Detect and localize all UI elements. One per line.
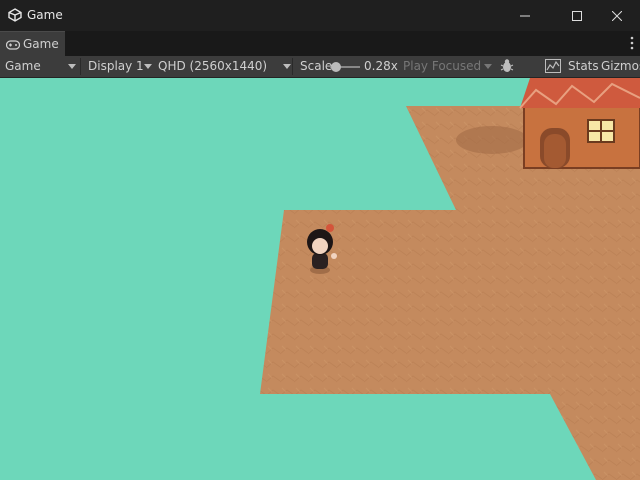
house-shadow — [456, 126, 528, 154]
close-icon — [612, 10, 622, 21]
toolbar-divider — [292, 58, 293, 75]
bug-icon[interactable] — [500, 58, 514, 77]
maximize-icon — [572, 10, 582, 21]
gamepad-icon — [5, 39, 21, 53]
tab-game[interactable]: Game — [0, 31, 65, 56]
chevron-down-icon — [484, 64, 492, 69]
chevron-down-icon — [144, 64, 152, 69]
window-title: Game — [27, 8, 63, 22]
toolbar-divider — [80, 58, 81, 75]
scale-value: 0.28x — [364, 59, 398, 73]
game-toolbar: Game Display 1 QHD (2560x1440) Scale 0.2… — [0, 56, 640, 78]
chevron-down-icon — [283, 64, 291, 69]
game-viewport[interactable] — [0, 78, 640, 480]
minimize-button[interactable] — [502, 0, 548, 31]
audio-mute-icon[interactable] — [545, 59, 561, 76]
gizmos-button[interactable]: Gizmos — [601, 59, 640, 73]
minimize-icon — [520, 11, 530, 21]
chevron-down-icon — [68, 64, 76, 69]
window-titlebar: Game — [0, 0, 640, 31]
resolution-dropdown[interactable]: QHD (2560x1440) — [158, 59, 267, 73]
stats-button[interactable]: Stats — [568, 59, 599, 73]
view-mode-dropdown[interactable]: Game — [5, 59, 41, 73]
unity-logo-icon — [8, 8, 22, 22]
more-options-icon[interactable] — [630, 36, 634, 53]
close-button[interactable] — [594, 0, 640, 31]
tab-bar: Game — [0, 31, 640, 56]
house — [519, 78, 640, 169]
display-dropdown[interactable]: Display 1 — [88, 59, 144, 73]
scale-slider-handle[interactable] — [331, 62, 341, 72]
tab-game-label: Game — [23, 37, 59, 51]
play-mode-dropdown[interactable]: Play Focused — [403, 59, 481, 73]
scale-label: Scale — [300, 59, 333, 73]
